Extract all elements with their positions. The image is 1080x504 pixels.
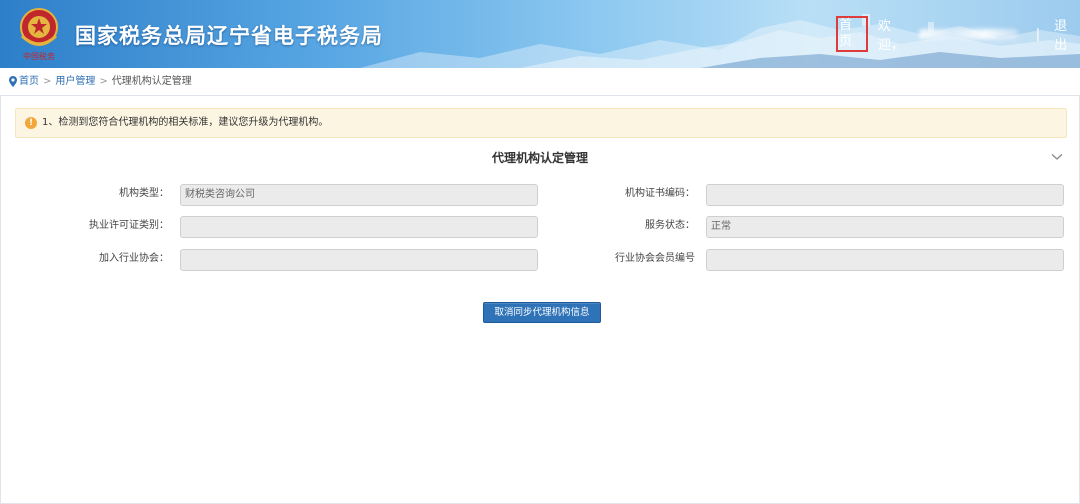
welcome-text: 欢迎， xyxy=(877,19,904,53)
location-pin-icon xyxy=(9,76,17,87)
site-header: 中国税务 国家税务总局辽宁省电子税务局 首页 欢迎， | 退出 xyxy=(0,0,1080,68)
breadcrumb-separator: > xyxy=(99,76,108,87)
association-member-no-input[interactable] xyxy=(706,249,1064,271)
tax-emblem-icon: 中国税务 xyxy=(20,8,58,61)
breadcrumb-home[interactable]: 首页 xyxy=(19,76,39,87)
org-cert-code-label: 机构证书编码： xyxy=(625,188,695,199)
org-type-input[interactable] xyxy=(180,184,538,206)
breadcrumb-separator: > xyxy=(43,76,52,87)
service-status-input[interactable] xyxy=(706,216,1064,238)
org-cert-code-input[interactable] xyxy=(706,184,1064,206)
home-link[interactable]: 首页 xyxy=(836,16,868,52)
notice-text: 1、检测到您符合代理机构的相关标准，建议您升级为代理机构。 xyxy=(42,117,329,128)
chevron-down-icon[interactable] xyxy=(1051,153,1063,161)
association-member-no-label: 行业协会会员编号 xyxy=(615,253,695,264)
section-title: 代理机构认定管理 xyxy=(491,151,588,165)
join-association-input[interactable] xyxy=(180,249,538,271)
notice-banner: ! 1、检测到您符合代理机构的相关标准，建议您升级为代理机构。 xyxy=(15,108,1067,138)
license-category-label: 执业许可证类别： xyxy=(89,220,169,231)
service-status-label: 服务状态： xyxy=(645,220,695,231)
breadcrumb-current: 代理机构认定管理 xyxy=(111,76,192,87)
join-association-label: 加入行业协会： xyxy=(99,253,169,264)
warning-icon: ! xyxy=(25,117,37,129)
username-redacted xyxy=(918,29,1018,39)
top-nav: 首页 欢迎， | 退出 xyxy=(836,16,1080,53)
license-category-input[interactable] xyxy=(180,216,538,238)
site-title: 国家税务总局辽宁省电子税务局 xyxy=(75,24,383,48)
breadcrumb: 首页 > 用户管理 > 代理机构认定管理 xyxy=(0,68,1080,96)
main-content: ! 1、检测到您符合代理机构的相关标准，建议您升级为代理机构。 代理机构认定管理… xyxy=(0,96,1080,504)
emblem-text: 中国税务 xyxy=(23,51,55,61)
nav-separator: | xyxy=(1035,26,1041,42)
org-type-label: 机构类型： xyxy=(119,188,169,199)
cancel-sync-agency-button[interactable]: 取消同步代理机构信息 xyxy=(483,302,601,323)
logout-link[interactable]: 退出 xyxy=(1054,15,1080,53)
breadcrumb-user-management[interactable]: 用户管理 xyxy=(55,76,95,87)
